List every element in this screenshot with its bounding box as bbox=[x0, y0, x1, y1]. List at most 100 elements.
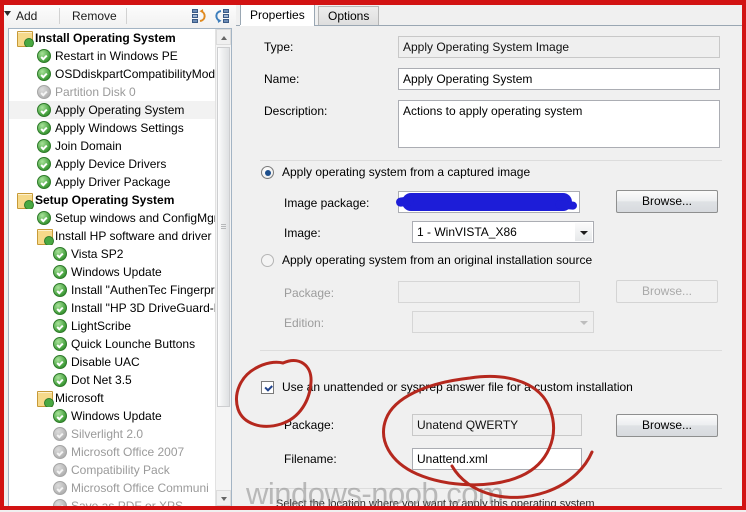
tab-options[interactable]: Options bbox=[318, 6, 380, 26]
tree-item-label: LightScribe bbox=[71, 319, 132, 333]
tree-item[interactable]: Quick Lounche Buttons bbox=[9, 335, 216, 353]
folder-icon bbox=[37, 391, 54, 407]
chevron-down-disabled-icon bbox=[575, 313, 592, 331]
unattend-package-input[interactable]: Unatend QWERTY bbox=[412, 414, 582, 436]
tab-strip: Properties Options bbox=[236, 4, 742, 26]
tree-item-label: Save as PDF or XPS bbox=[71, 499, 184, 506]
check-enabled-icon bbox=[53, 265, 67, 279]
check-disabled-icon bbox=[53, 445, 67, 459]
tree-item-label: Partition Disk 0 bbox=[55, 85, 136, 99]
scroll-up-arrow-icon[interactable] bbox=[216, 29, 231, 45]
tree-item-label: Windows Update bbox=[71, 265, 162, 279]
tree-item-label: Microsoft Office Communi bbox=[71, 481, 209, 495]
check-enabled-icon bbox=[53, 409, 67, 423]
tree-item-label: Dot Net 3.5 bbox=[71, 373, 132, 387]
tree-item-label: Restart in Windows PE bbox=[55, 49, 178, 63]
tree-item[interactable]: Install "AuthenTec Fingerpr bbox=[9, 281, 216, 299]
check-disabled-icon bbox=[53, 427, 67, 441]
image-combobox-value: 1 - WinVISTA_X86 bbox=[417, 225, 517, 239]
image-package-label: Image package: bbox=[284, 196, 370, 210]
tree-item[interactable]: Setup windows and ConfigMgr bbox=[9, 209, 216, 227]
tree-item[interactable]: Save as PDF or XPS bbox=[9, 497, 216, 506]
toolbar-separator-2 bbox=[126, 8, 127, 24]
unattend-checkbox-label: Use an unattended or sysprep answer file… bbox=[282, 380, 633, 394]
tree-item[interactable]: Microsoft bbox=[9, 389, 216, 407]
unattend-filename-input[interactable]: Unattend.xml bbox=[412, 448, 582, 470]
name-input[interactable]: Apply Operating System bbox=[398, 68, 720, 90]
tree-item-label: Setup windows and ConfigMgr bbox=[55, 211, 216, 225]
check-enabled-icon bbox=[53, 247, 67, 261]
tree-item-label: Microsoft Office 2007 bbox=[71, 445, 185, 459]
tree-item-label: Apply Operating System bbox=[55, 103, 185, 117]
check-enabled-icon bbox=[37, 103, 51, 117]
name-label: Name: bbox=[264, 72, 300, 86]
tree-item-label: Install "HP 3D DriveGuard-P bbox=[71, 301, 216, 315]
tree-item[interactable]: Partition Disk 0 bbox=[9, 83, 216, 101]
tree-item[interactable]: OSDdiskpartCompatibilityMod bbox=[9, 65, 216, 83]
tree-item-label: Install "AuthenTec Fingerpr bbox=[71, 283, 215, 297]
unattend-checkbox[interactable] bbox=[261, 381, 274, 394]
toolbar-separator-1 bbox=[59, 8, 60, 24]
edition-combobox bbox=[412, 311, 594, 333]
check-enabled-icon bbox=[53, 319, 67, 333]
check-enabled-icon bbox=[37, 139, 51, 153]
remove-button[interactable]: Remove bbox=[66, 6, 123, 26]
tab-properties[interactable]: Properties bbox=[240, 4, 315, 26]
tree-toolbar: Add Remove bbox=[4, 4, 236, 28]
undo-icon[interactable] bbox=[192, 8, 209, 24]
tree-item-label: Install HP software and driver bbox=[55, 229, 212, 243]
scrollbar-thumb[interactable] bbox=[217, 47, 230, 407]
tree-item-list: Install Operating System Restart in Windo… bbox=[9, 29, 216, 506]
tree-scrollbar[interactable] bbox=[215, 29, 231, 506]
tree-item-label: Silverlight 2.0 bbox=[71, 427, 144, 441]
check-disabled-icon bbox=[37, 85, 51, 99]
description-input[interactable]: Actions to apply operating system bbox=[398, 100, 720, 148]
tree-item[interactable]: Join Domain bbox=[9, 137, 216, 155]
task-sequence-tree[interactable]: Install Operating System Restart in Windo… bbox=[8, 28, 232, 506]
image-label: Image: bbox=[284, 226, 321, 240]
tree-item[interactable]: Windows Update bbox=[9, 263, 216, 281]
scroll-down-arrow-icon[interactable] bbox=[216, 490, 231, 506]
redo-icon[interactable] bbox=[213, 8, 230, 24]
radio-original-source-label: Apply operating system from an original … bbox=[282, 253, 593, 267]
check-enabled-icon bbox=[53, 337, 67, 351]
tree-item[interactable]: Microsoft Office 2007 bbox=[9, 443, 216, 461]
tree-item[interactable]: Dot Net 3.5 bbox=[9, 371, 216, 389]
tree-item-label: Apply Driver Package bbox=[55, 175, 171, 189]
tree-item[interactable]: LightScribe bbox=[9, 317, 216, 335]
redaction-mark bbox=[402, 193, 572, 211]
tree-item-label: Apply Device Drivers bbox=[55, 157, 167, 171]
image-package-browse-button[interactable]: Browse... bbox=[616, 190, 718, 213]
tree-item[interactable]: Vista SP2 bbox=[9, 245, 216, 263]
tree-item[interactable]: Disable UAC bbox=[9, 353, 216, 371]
tree-item[interactable]: Restart in Windows PE bbox=[9, 47, 216, 65]
tree-item[interactable]: Apply Operating System bbox=[9, 101, 216, 119]
image-combobox[interactable]: 1 - WinVISTA_X86 bbox=[412, 221, 594, 243]
tree-item[interactable]: Install "HP 3D DriveGuard-P bbox=[9, 299, 216, 317]
radio-original-source[interactable] bbox=[261, 254, 274, 267]
chevron-down-icon[interactable] bbox=[575, 223, 592, 241]
tree-item-label: Install Operating System bbox=[35, 31, 176, 45]
tree-item[interactable]: Windows Update bbox=[9, 407, 216, 425]
tree-item[interactable]: Apply Driver Package bbox=[9, 173, 216, 191]
tree-item[interactable]: Apply Windows Settings bbox=[9, 119, 216, 137]
properties-pane: Properties Options Type: Apply Operating… bbox=[236, 4, 742, 506]
tree-item[interactable]: Silverlight 2.0 bbox=[9, 425, 216, 443]
tree-item[interactable]: Compatibility Pack bbox=[9, 461, 216, 479]
tree-item[interactable]: Install Operating System bbox=[9, 29, 216, 47]
tree-item[interactable]: Setup Operating System bbox=[9, 191, 216, 209]
original-package-browse-button: Browse... bbox=[616, 280, 718, 303]
add-button[interactable]: Add bbox=[10, 6, 43, 26]
tree-item[interactable]: Install HP software and driver bbox=[9, 227, 216, 245]
tree-item-label: Join Domain bbox=[55, 139, 122, 153]
tree-item[interactable]: Microsoft Office Communi bbox=[9, 479, 216, 497]
tree-item[interactable]: Apply Device Drivers bbox=[9, 155, 216, 173]
radio-captured-image[interactable] bbox=[261, 166, 274, 179]
unattend-package-browse-button[interactable]: Browse... bbox=[616, 414, 718, 437]
type-value: Apply Operating System Image bbox=[398, 36, 720, 58]
radio-captured-image-label: Apply operating system from a captured i… bbox=[282, 165, 531, 179]
check-disabled-icon bbox=[53, 481, 67, 495]
tree-item-label: Setup Operating System bbox=[35, 193, 175, 207]
divider-2 bbox=[260, 350, 722, 351]
tree-item-label: Compatibility Pack bbox=[71, 463, 170, 477]
